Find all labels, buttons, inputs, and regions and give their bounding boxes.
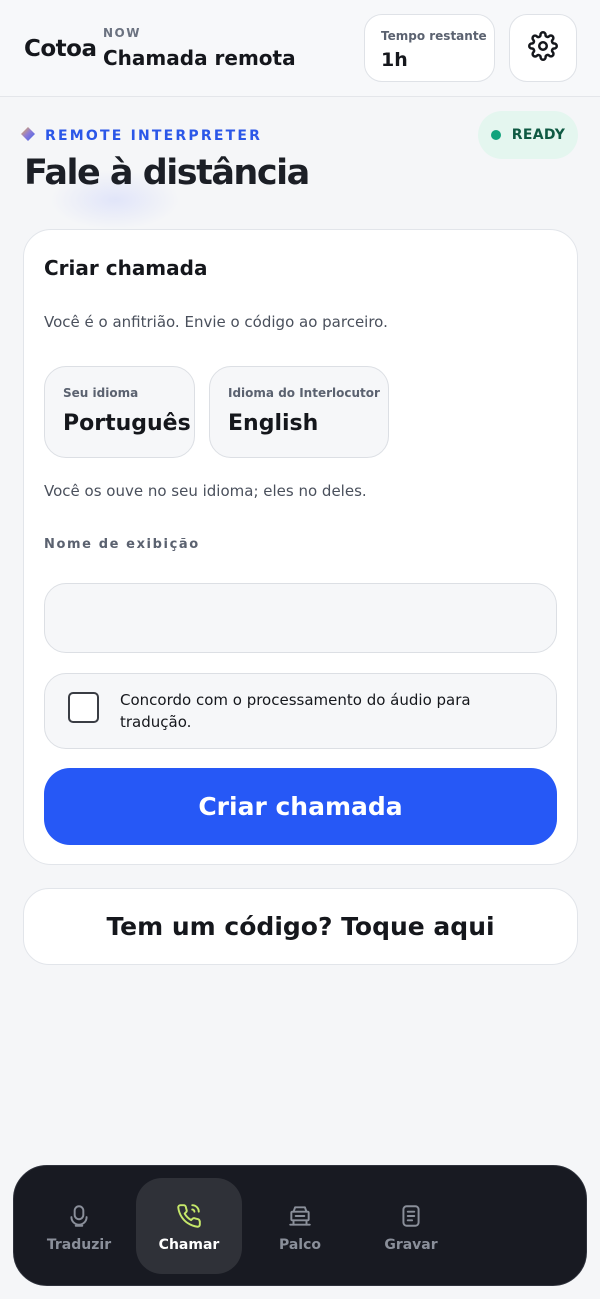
nav-label: Chamar xyxy=(158,1237,220,1253)
time-remaining-value: 1h xyxy=(381,49,408,71)
now-label: NOW xyxy=(103,26,141,40)
nav-item-gravar[interactable]: Gravar xyxy=(358,1178,464,1274)
phone-icon xyxy=(175,1202,203,1230)
partner-language-selector[interactable]: Idioma do Interlocutor English xyxy=(209,366,389,458)
consent-checkbox[interactable] xyxy=(68,692,99,723)
your-language-label: Seu idioma xyxy=(63,386,139,400)
page-title: Fale à distância xyxy=(24,153,310,193)
nav-label: Palco xyxy=(278,1237,322,1253)
stage-icon xyxy=(286,1202,314,1230)
card-title: Criar chamada xyxy=(44,256,208,280)
eyebrow-text: REMOTE INTERPRETER xyxy=(45,128,263,144)
nav-label: Traduzir xyxy=(46,1237,112,1253)
consent-toggle[interactable]: Concordo com o processamento do áudio pa… xyxy=(44,673,557,749)
time-remaining-box: Tempo restante 1h xyxy=(364,14,495,82)
create-call-button[interactable]: Criar chamada xyxy=(44,768,557,845)
app-header: Cotoa NOW Chamada remota Tempo restante … xyxy=(0,0,600,97)
status-text: READY xyxy=(511,127,566,143)
bottom-nav: Traduzir Chamar Palco Gravar xyxy=(13,1165,587,1286)
your-language-selector[interactable]: Seu idioma Português xyxy=(44,366,195,458)
nav-item-traduzir[interactable]: Traduzir xyxy=(26,1178,132,1274)
enter-code-button[interactable]: Tem um código? Toque aqui xyxy=(23,888,578,965)
consent-text: Concordo com o processamento do áudio pa… xyxy=(120,691,471,731)
document-icon xyxy=(397,1202,425,1230)
display-name-label: Nome de exibição xyxy=(44,537,200,552)
microphone-icon xyxy=(65,1202,93,1230)
eyebrow: REMOTE INTERPRETER xyxy=(20,126,262,146)
status-dot-icon xyxy=(490,130,501,140)
display-name-input[interactable] xyxy=(44,583,557,653)
settings-button[interactable] xyxy=(509,14,577,82)
card-subtitle: Você é o anfitrião. Envie o código ao pa… xyxy=(44,313,388,331)
language-note: Você os ouve no seu idioma; eles no dele… xyxy=(44,482,367,500)
nav-item-palco[interactable]: Palco xyxy=(247,1178,353,1274)
header-title: Chamada remota xyxy=(103,46,296,70)
time-remaining-label: Tempo restante xyxy=(381,29,487,43)
gear-icon xyxy=(528,31,558,65)
partner-language-value: English xyxy=(228,411,319,436)
nav-item-chamar[interactable]: Chamar xyxy=(136,1178,242,1274)
brand-logo: Cotoa xyxy=(24,36,97,62)
nav-label: Gravar xyxy=(384,1237,438,1253)
create-call-card: Criar chamada Você é o anfitrião. Envie … xyxy=(23,229,578,865)
diamond-icon xyxy=(20,126,36,146)
your-language-value: Português xyxy=(63,411,191,436)
partner-language-label: Idioma do Interlocutor xyxy=(228,386,380,400)
status-badge: READY xyxy=(478,111,578,159)
